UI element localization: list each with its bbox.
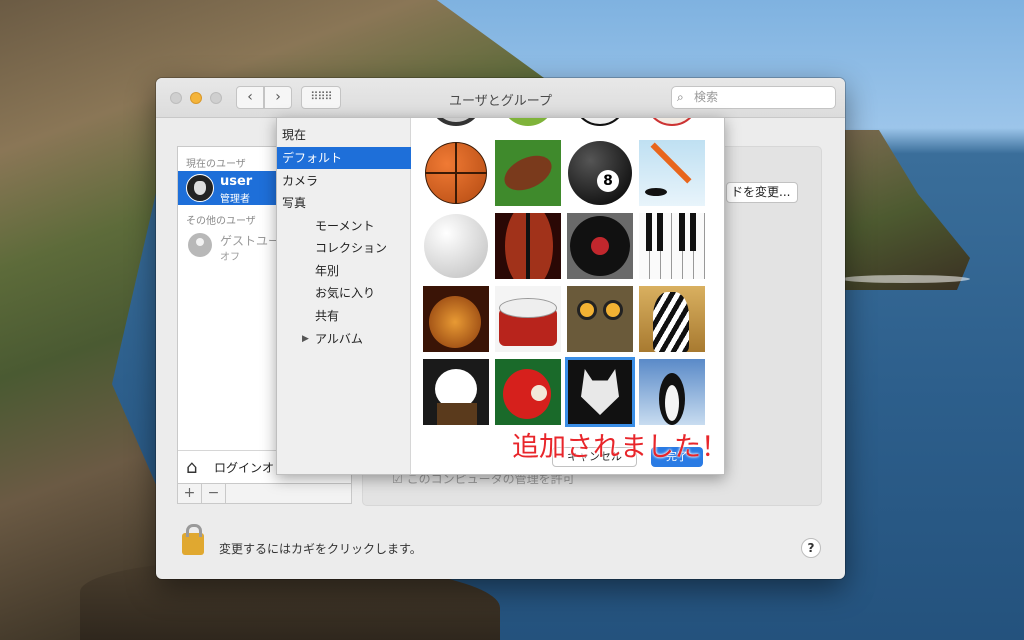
guest-avatar-icon — [188, 233, 212, 257]
picture-owl[interactable] — [567, 286, 633, 352]
source-albums[interactable]: ▶ アルバム — [277, 328, 411, 350]
picture-parrot[interactable] — [495, 359, 561, 425]
source-photos[interactable]: 写真 — [277, 192, 411, 214]
add-remove-bar: + − — [177, 483, 352, 504]
wallpaper-surf — [840, 275, 970, 283]
disclosure-triangle-icon[interactable]: ▶ — [302, 328, 309, 350]
source-shared[interactable]: 共有 — [277, 305, 411, 327]
lock-text: 変更するにはカギをクリックします。 — [219, 542, 422, 556]
source-favorites[interactable]: お気に入り — [277, 282, 411, 304]
add-user-button[interactable]: + — [178, 484, 202, 503]
annotation-text: 追加されました！ — [512, 432, 728, 463]
guest-user-status: オフ — [220, 252, 240, 263]
picture-tile-partial[interactable] — [639, 118, 705, 132]
wallpaper-island — [840, 130, 970, 290]
picture-grid: 8 — [412, 118, 725, 430]
picture-basketball[interactable] — [423, 140, 489, 206]
picture-vinyl-record[interactable] — [567, 213, 633, 279]
source-moments[interactable]: モーメント — [277, 215, 411, 237]
picture-golf-ball[interactable] — [423, 213, 489, 279]
search-placeholder: 検索 — [694, 90, 719, 104]
picture-eagle[interactable] — [423, 359, 489, 425]
remove-user-button[interactable]: − — [202, 484, 226, 503]
picture-picker: 現在 デフォルト カメラ 写真 モーメント コレクション 年別 お気に入り 共有… — [276, 117, 725, 475]
picture-tile-partial[interactable] — [495, 118, 561, 132]
current-user-header: 現在のユーザ — [186, 159, 246, 170]
picture-8-ball[interactable]: 8 — [567, 140, 633, 206]
source-years[interactable]: 年別 — [277, 260, 411, 282]
picture-piano[interactable] — [639, 213, 705, 279]
picture-drum[interactable] — [495, 286, 561, 352]
picture-football[interactable] — [495, 140, 561, 206]
help-button[interactable]: ? — [801, 538, 821, 558]
title-bar: ‹ › ⠿⠿⠿ ユーザとグループ ⌕ 検索 — [156, 78, 845, 118]
source-current[interactable]: 現在 — [277, 124, 411, 146]
picture-tile-partial[interactable] — [567, 118, 633, 132]
picture-source-list: 現在 デフォルト カメラ 写真 モーメント コレクション 年別 お気に入り 共有… — [277, 118, 411, 474]
search-icon: ⌕ — [677, 90, 684, 104]
picture-hockey[interactable] — [639, 140, 705, 206]
avatar — [186, 174, 214, 202]
guest-user-name[interactable]: ゲストユー — [220, 232, 280, 249]
picture-violin[interactable] — [495, 213, 561, 279]
source-camera[interactable]: カメラ — [277, 170, 411, 192]
change-password-button[interactable]: ドを変更... — [726, 182, 798, 203]
picture-penguin[interactable] — [639, 359, 705, 425]
picture-guitar[interactable] — [423, 286, 489, 352]
search-field[interactable]: ⌕ 検索 — [671, 86, 836, 109]
home-icon: ⌂ — [186, 457, 198, 478]
source-collections[interactable]: コレクション — [277, 237, 411, 259]
user-role: 管理者 — [220, 194, 250, 205]
lock-icon[interactable] — [182, 524, 204, 555]
picture-wolf[interactable] — [565, 357, 635, 427]
source-albums-label: アルバム — [315, 332, 363, 346]
source-default[interactable]: デフォルト — [277, 147, 411, 169]
user-name: user — [220, 174, 253, 189]
other-users-header: その他のユーザ — [186, 216, 256, 227]
login-options-label: ログインオ — [214, 461, 275, 475]
picture-zebra[interactable] — [639, 286, 705, 352]
picture-tile-partial[interactable] — [423, 118, 489, 132]
